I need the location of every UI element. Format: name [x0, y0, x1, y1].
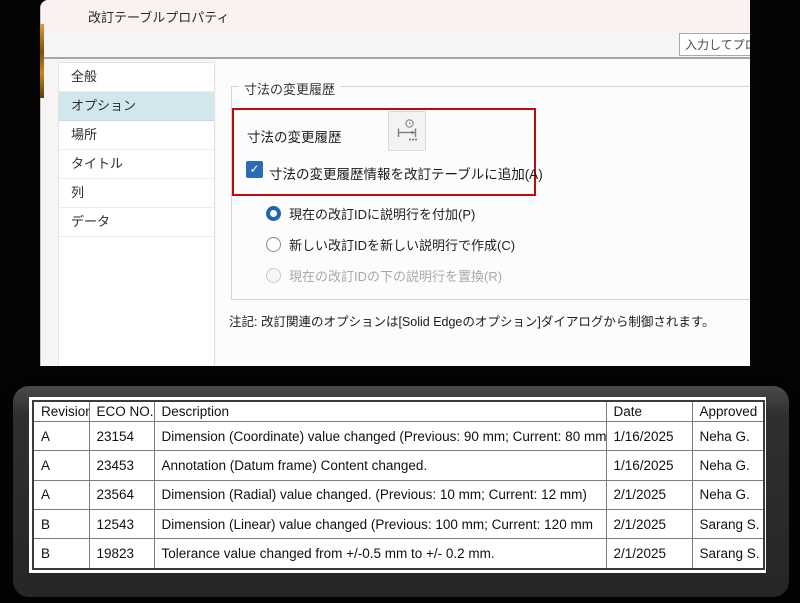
table-cell: Neha G.: [692, 451, 764, 480]
sidebar-item-columns[interactable]: 列: [59, 179, 214, 208]
radio-circle-icon[interactable]: [266, 206, 281, 221]
table-cell: Neha G.: [692, 480, 764, 509]
dimension-history-label: 寸法の変更履歴: [247, 126, 342, 146]
table-cell: 23564: [89, 480, 154, 509]
table-cell: Tolerance value changed from +/-0.5 mm t…: [154, 539, 606, 569]
radio-circle-icon[interactable]: [266, 237, 281, 252]
table-cell: Sarang S.: [692, 510, 764, 539]
table-cell: 23453: [89, 451, 154, 480]
table-cell: Dimension (Linear) value changed (Previo…: [154, 510, 606, 539]
table-cell: 1/16/2025: [606, 451, 692, 480]
table-row: B19823Tolerance value changed from +/-0.…: [33, 539, 764, 569]
table-cell: 1/16/2025: [606, 422, 692, 451]
add-to-revision-table-checkbox[interactable]: ✓: [246, 161, 263, 178]
table-header-cell: Approved: [692, 401, 764, 422]
table-row: A23564Dimension (Radial) value changed. …: [33, 480, 764, 509]
table-header-cell: Revision: [33, 401, 89, 422]
table-cell: A: [33, 480, 89, 509]
table-cell: 23154: [89, 422, 154, 451]
radio-append-description-to-current-id[interactable]: 現在の改訂IDに説明行を付加(P): [266, 205, 515, 221]
table-cell: A: [33, 451, 89, 480]
radio-create-new-id-with-new-description[interactable]: 新しい改訂IDを新しい説明行で作成(C): [266, 236, 515, 252]
property-search-input[interactable]: [679, 33, 750, 56]
radio-group: 現在の改訂IDに説明行を付加(P) 新しい改訂IDを新しい説明行で作成(C) 現在の…: [266, 205, 515, 298]
sidebar-item-title[interactable]: タイトル: [59, 150, 214, 179]
dimension-history-icon: [395, 118, 419, 144]
revision-table-sheet: RevisionECO NO.DescriptionDateApproved A…: [29, 397, 766, 573]
radio-label: 現在の改訂IDに説明行を付加(P): [289, 204, 475, 223]
table-row: B12543Dimension (Linear) value changed (…: [33, 510, 764, 539]
add-to-revision-table-checkbox-label: 寸法の変更履歴情報を改訂テーブルに追加(A): [269, 163, 543, 183]
dimension-history-button[interactable]: [388, 111, 426, 151]
table-cell: Dimension (Radial) value changed. (Previ…: [154, 480, 606, 509]
background-window-sliver: [40, 24, 44, 98]
table-cell: A: [33, 422, 89, 451]
screenshot-canvas: 改訂テーブルプロパティ 全般オプション場所タイトル列データ 寸法の変更履歴 寸法…: [0, 0, 800, 603]
table-cell: B: [33, 539, 89, 569]
sidebar: 全般オプション場所タイトル列データ: [58, 62, 215, 366]
table-cell: Neha G.: [692, 422, 764, 451]
dialog-title: 改訂テーブルプロパティ: [88, 7, 229, 26]
sidebar-item-general[interactable]: 全般: [59, 63, 214, 92]
table-header-row: RevisionECO NO.DescriptionDateApproved: [33, 401, 764, 422]
table-cell: 2/1/2025: [606, 480, 692, 509]
table-cell: 2/1/2025: [606, 510, 692, 539]
table-cell: 19823: [89, 539, 154, 569]
table-cell: Annotation (Datum frame) Content changed…: [154, 451, 606, 480]
check-icon: ✓: [249, 162, 259, 176]
revision-table: RevisionECO NO.DescriptionDateApproved A…: [32, 400, 765, 570]
table-header-cell: Description: [154, 401, 606, 422]
table-cell: Dimension (Coordinate) value changed (Pr…: [154, 422, 606, 451]
sidebar-item-data[interactable]: データ: [59, 208, 214, 237]
groupbox-legend: 寸法の変更履歴: [239, 79, 340, 98]
revision-table-properties-dialog: 改訂テーブルプロパティ 全般オプション場所タイトル列データ 寸法の変更履歴 寸法…: [40, 0, 750, 366]
sidebar-item-location[interactable]: 場所: [59, 121, 214, 150]
radio-label: 新しい改訂IDを新しい説明行で作成(C): [289, 235, 515, 254]
sidebar-item-options[interactable]: オプション: [59, 92, 214, 121]
radio-replace-description-under-current-id: 現在の改訂IDの下の説明行を置換(R): [266, 267, 515, 283]
table-header-cell: Date: [606, 401, 692, 422]
table-cell: B: [33, 510, 89, 539]
radio-circle-icon: [266, 268, 281, 283]
table-body: A23154Dimension (Coordinate) value chang…: [33, 422, 764, 570]
radio-label: 現在の改訂IDの下の説明行を置換(R): [289, 266, 502, 285]
table-cell: 12543: [89, 510, 154, 539]
table-cell: Sarang S.: [692, 539, 764, 569]
table-row: A23154Dimension (Coordinate) value chang…: [33, 422, 764, 451]
revision-table-card: RevisionECO NO.DescriptionDateApproved A…: [13, 386, 789, 597]
note-text: 注記: 改訂関連のオプションは[Solid Edgeのオプション]ダイアログから…: [229, 311, 715, 330]
table-header-cell: ECO NO.: [89, 401, 154, 422]
table-cell: 2/1/2025: [606, 539, 692, 569]
table-row: A23453Annotation (Datum frame) Content c…: [33, 451, 764, 480]
